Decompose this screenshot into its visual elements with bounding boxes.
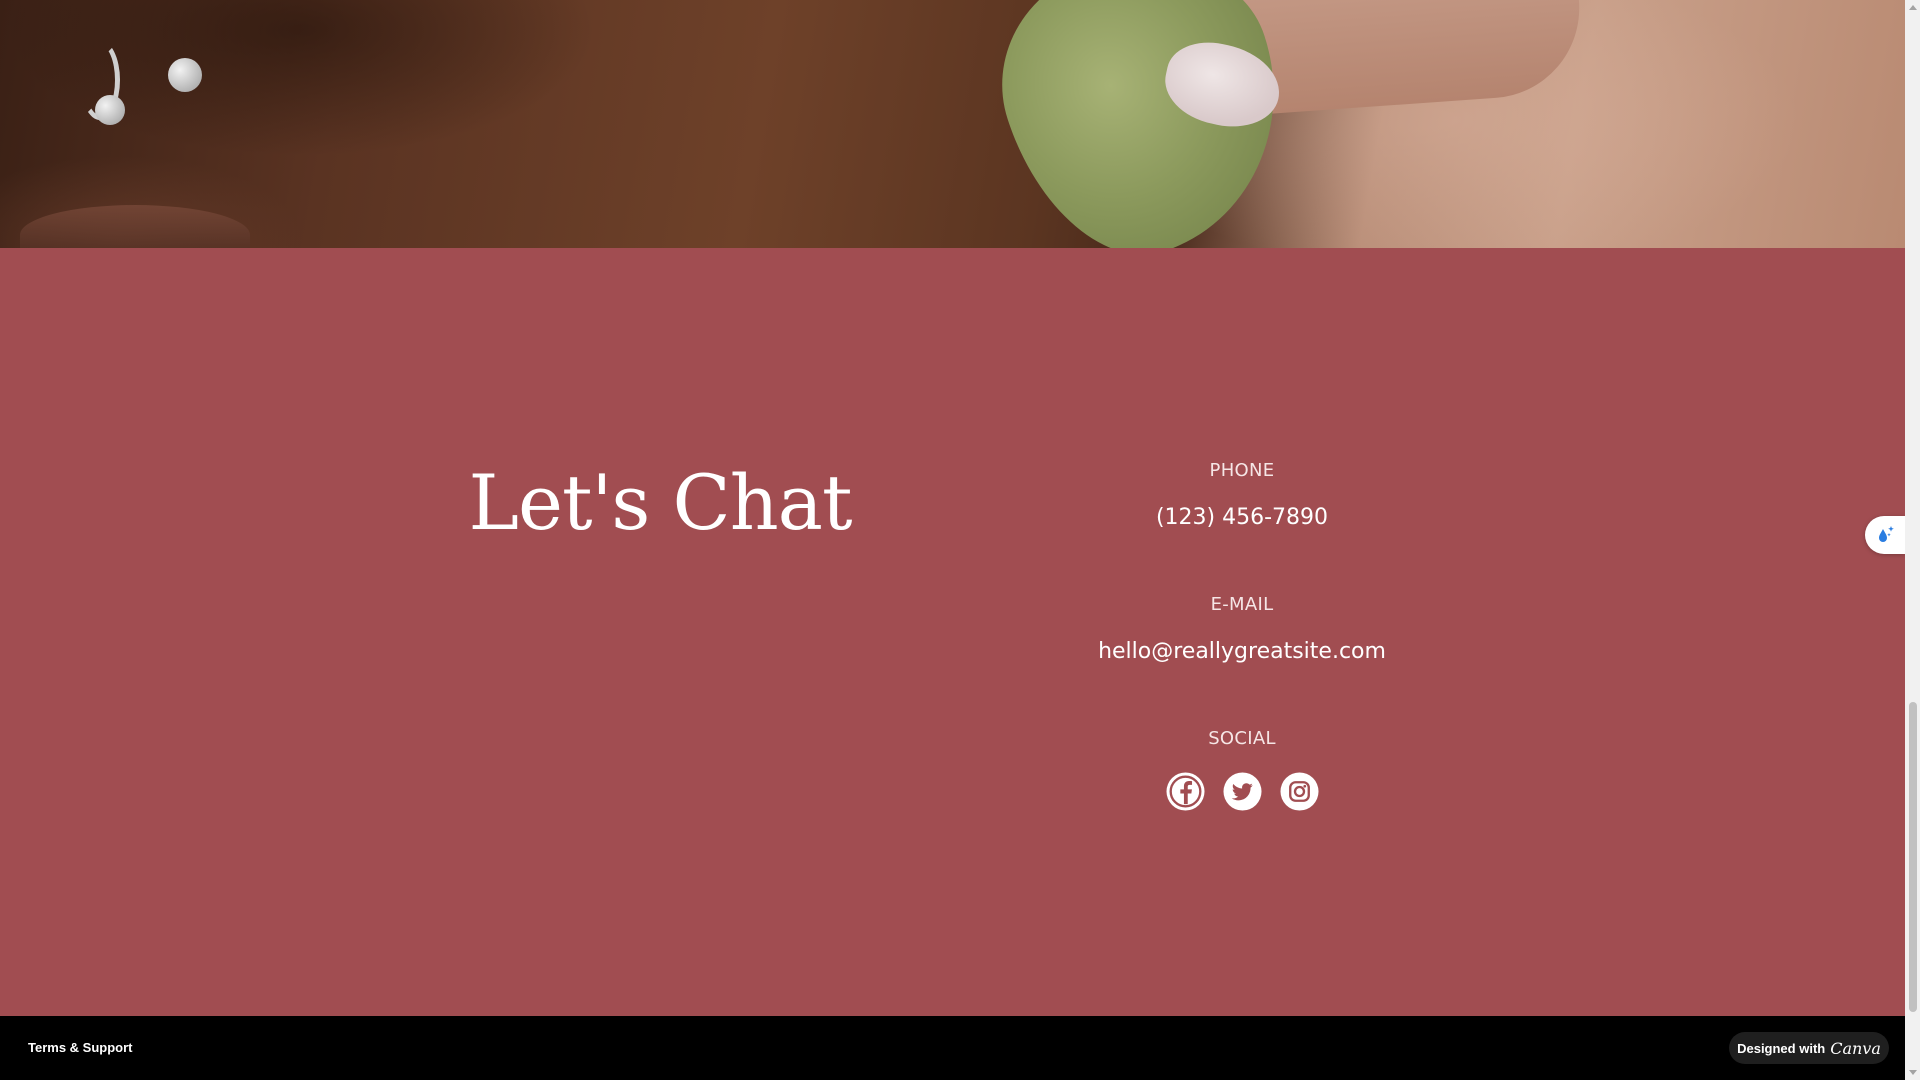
scroll-up-arrow-icon[interactable]: [1909, 5, 1917, 10]
twitter-icon: [1222, 772, 1262, 811]
page: Let's Chat PHONE (123) 456-7890 E-MAIL h…: [0, 0, 1920, 1080]
piercing-stud: [168, 58, 202, 92]
terms-support-link[interactable]: Terms & Support: [28, 1040, 133, 1055]
badge-prefix: Designed with: [1737, 1040, 1826, 1056]
site-footer: Terms & Support Designed with Canva: [0, 1016, 1905, 1080]
photo-shading: [0, 0, 1905, 248]
scroll-down-arrow-icon[interactable]: [1909, 1070, 1917, 1075]
instagram-icon: [1279, 772, 1319, 811]
phone-label: PHONE: [1209, 460, 1275, 481]
accessibility-widget-button[interactable]: [1865, 516, 1905, 554]
vertical-scrollbar[interactable]: [1905, 0, 1920, 1080]
social-links: [1042, 772, 1442, 811]
email-label: E-MAIL: [1210, 594, 1274, 615]
piercing-bead: [95, 95, 125, 125]
facebook-icon: [1165, 772, 1205, 811]
twitter-link[interactable]: [1222, 772, 1262, 811]
instagram-link[interactable]: [1279, 772, 1319, 811]
hero-photo: [0, 0, 1905, 248]
email-link[interactable]: hello@reallygreatsite.com: [1042, 639, 1442, 664]
social-label: SOCIAL: [1208, 728, 1276, 749]
phone-link[interactable]: (123) 456-7890: [1042, 505, 1442, 530]
facebook-link[interactable]: [1165, 772, 1205, 811]
designed-with-canva-badge[interactable]: Designed with Canva: [1729, 1032, 1889, 1064]
contact-section: Let's Chat PHONE (123) 456-7890 E-MAIL h…: [0, 248, 1905, 1016]
contact-headline: Let's Chat: [468, 458, 853, 547]
canva-logo: Canva: [1830, 1038, 1881, 1058]
scrollbar-thumb[interactable]: [1909, 702, 1917, 1012]
water-drop-sparkle-icon: [1879, 526, 1894, 542]
